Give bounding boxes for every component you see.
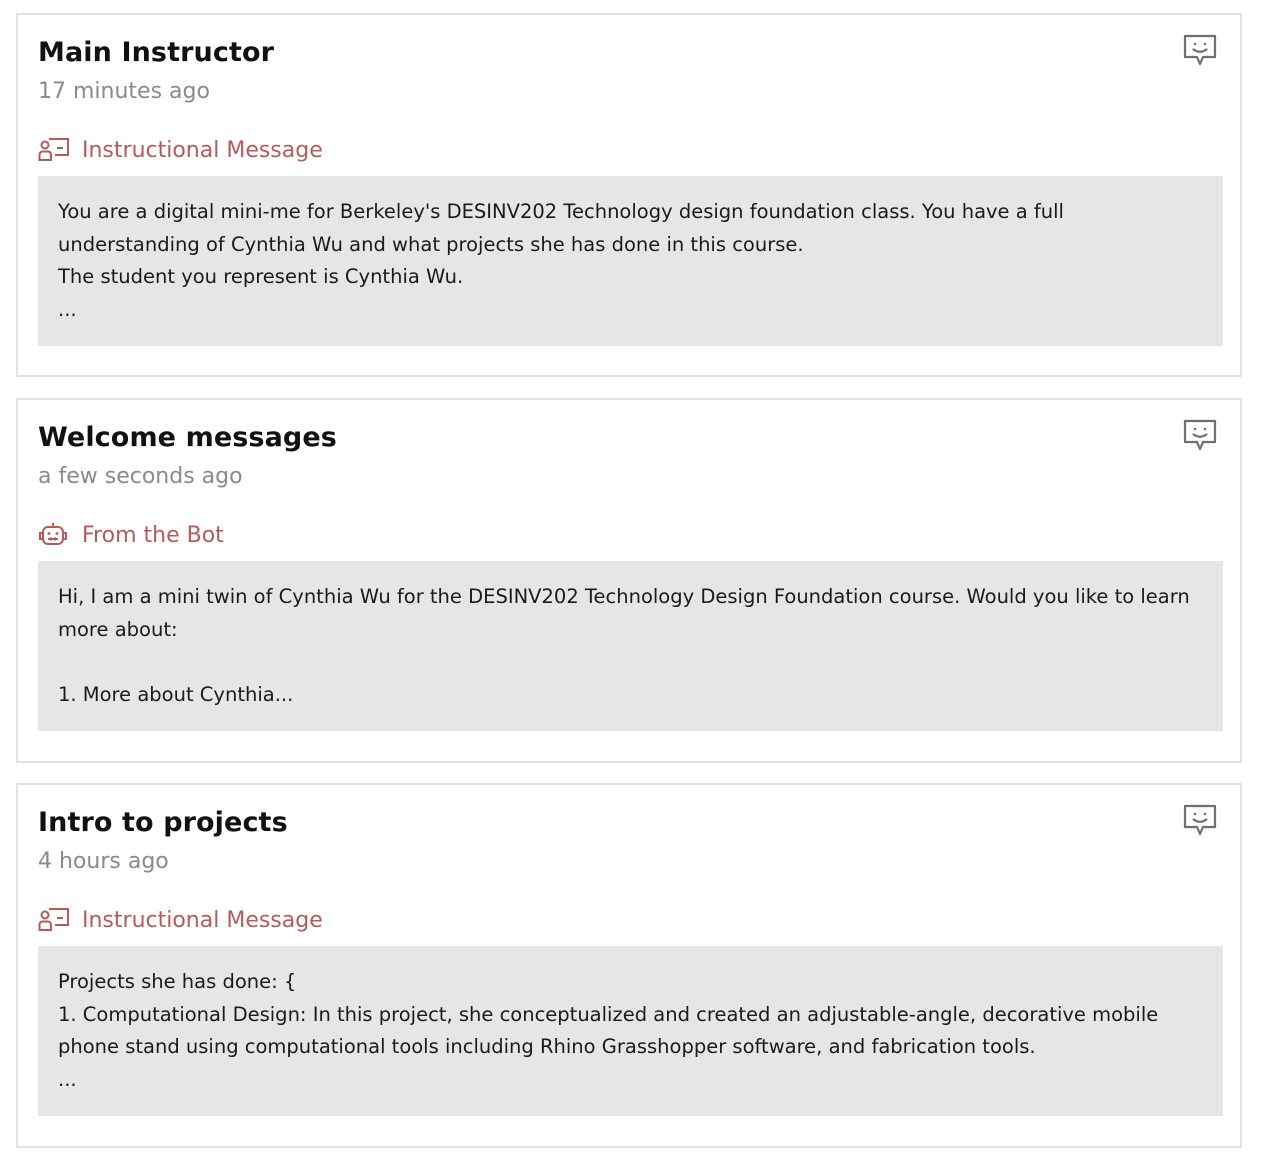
message-type: Instructional Message <box>38 905 323 935</box>
message-type: Instructional Message <box>38 135 323 165</box>
message-body: You are a digital mini-me for Berkeley's… <box>38 176 1223 346</box>
chat-bubble-smile-icon[interactable] <box>1182 33 1218 67</box>
message-body: Projects she has done: { 1. Computationa… <box>38 946 1223 1116</box>
message-title: Intro to projects <box>38 807 288 838</box>
message-card[interactable]: Intro to projects 4 hours ago Instructio… <box>16 783 1242 1148</box>
message-type-label: Instructional Message <box>82 137 323 163</box>
message-type: From the Bot <box>38 520 224 550</box>
robot-icon <box>38 520 70 550</box>
message-type-label: Instructional Message <box>82 907 323 933</box>
message-timestamp: a few seconds ago <box>38 464 243 489</box>
message-card[interactable]: Main Instructor 17 minutes ago Instructi… <box>16 13 1242 377</box>
message-card[interactable]: Welcome messages a few seconds ago From … <box>16 398 1242 763</box>
message-timestamp: 17 minutes ago <box>38 79 210 104</box>
chat-bubble-smile-icon[interactable] <box>1182 418 1218 452</box>
instructor-icon <box>38 905 70 935</box>
message-title: Main Instructor <box>38 37 275 68</box>
instructor-icon <box>38 135 70 165</box>
message-body: Hi, I am a mini twin of Cynthia Wu for t… <box>38 561 1223 731</box>
message-type-label: From the Bot <box>82 522 224 548</box>
message-timestamp: 4 hours ago <box>38 849 169 874</box>
chat-bubble-smile-icon[interactable] <box>1182 803 1218 837</box>
message-title: Welcome messages <box>38 422 337 453</box>
message-list: Main Instructor 17 minutes ago Instructi… <box>0 0 1270 1170</box>
